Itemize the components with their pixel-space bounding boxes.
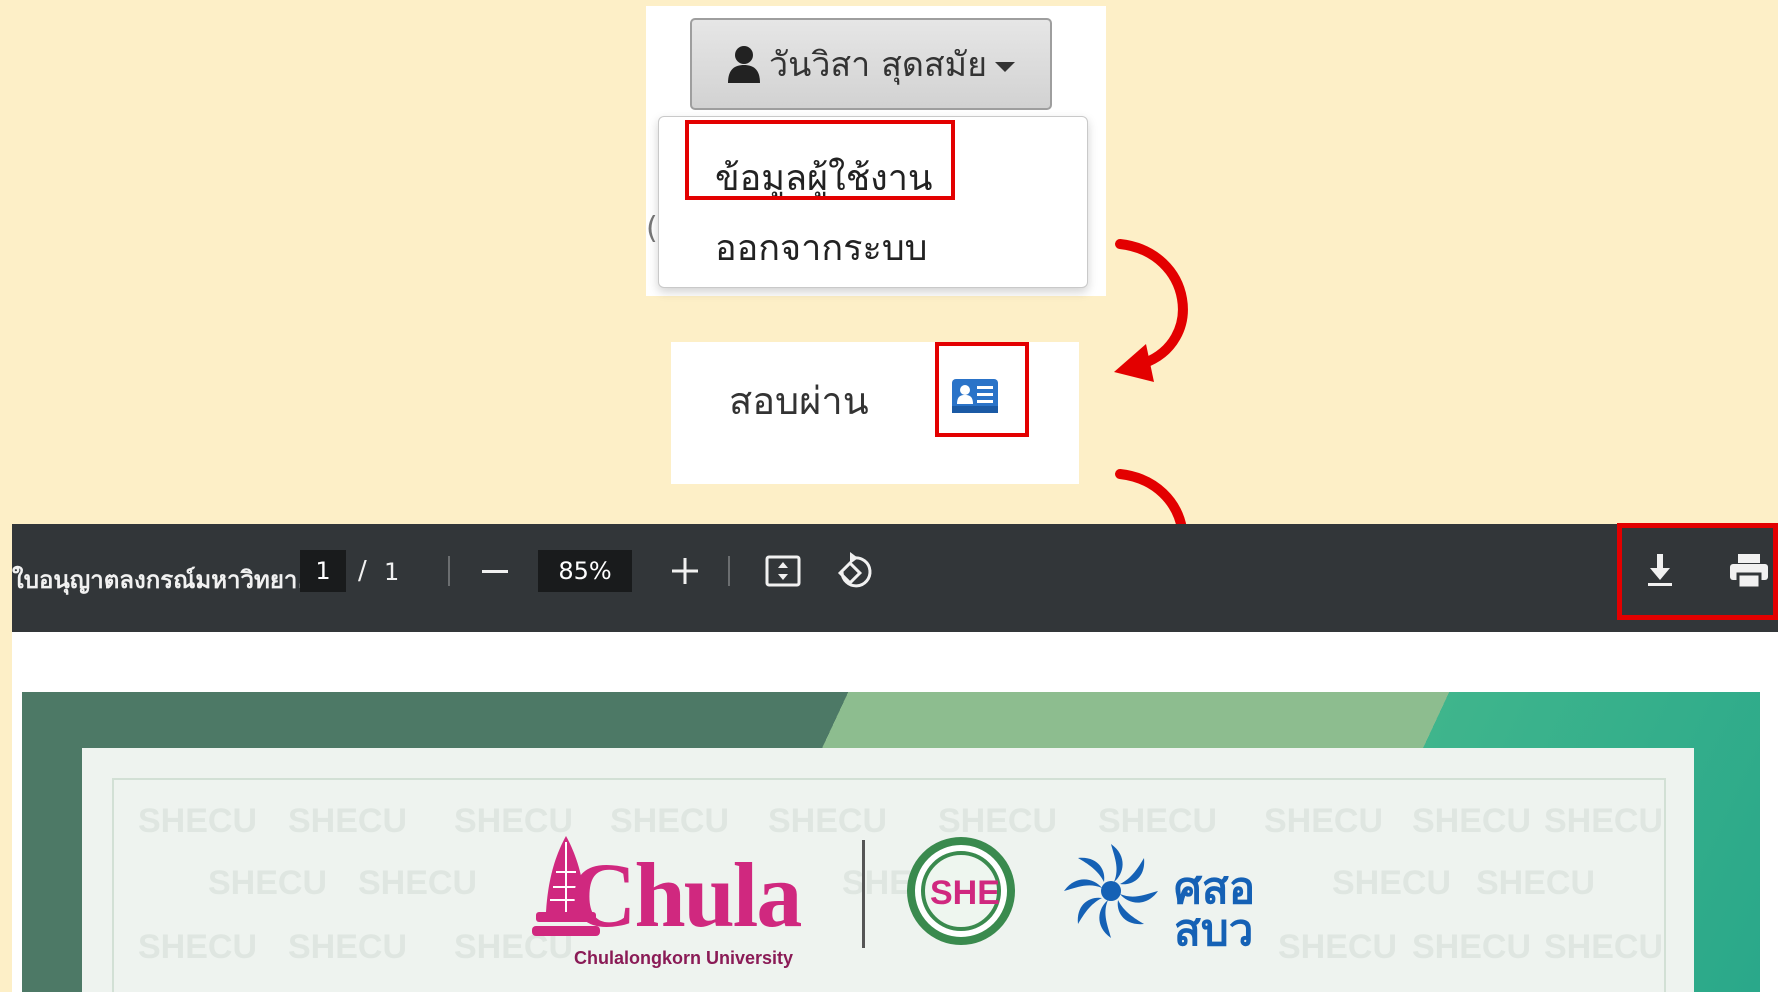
zoom-in-button[interactable] bbox=[672, 558, 698, 584]
svg-text:SHE: SHE bbox=[930, 874, 1000, 912]
caret-down-icon bbox=[995, 62, 1015, 72]
thai-logo-text: ศสอ สบว bbox=[1174, 863, 1256, 956]
swirl-logo-icon bbox=[1064, 844, 1158, 938]
user-account-button[interactable]: วันวิสา สุดสมัย bbox=[690, 18, 1052, 110]
curved-arrow-icon bbox=[1114, 239, 1188, 382]
zoom-level-input[interactable]: 85% bbox=[538, 550, 632, 592]
menu-item-logout[interactable]: ออกจากระบบ bbox=[715, 219, 928, 276]
highlight-box-profile bbox=[685, 120, 955, 200]
chula-logo-subtext: Chulalongkorn University bbox=[574, 948, 794, 968]
page-total: 1 bbox=[384, 558, 400, 586]
rotate-icon[interactable] bbox=[834, 550, 874, 590]
certificate-logos: Chula Chulalongkorn University SHE ศสอ ส… bbox=[22, 692, 1760, 992]
thai-logo-line1: ศสอ bbox=[1174, 863, 1256, 914]
user-name: วันวิสา สุดสมัย bbox=[769, 45, 987, 85]
fit-page-icon[interactable] bbox=[764, 552, 802, 590]
page-separator: / bbox=[358, 556, 367, 586]
zoom-out-button[interactable] bbox=[482, 570, 508, 573]
toolbar-divider bbox=[448, 556, 450, 586]
pdf-document-area: SHECU SHECU SHECU SHECU SHECU SHECU SHEC… bbox=[12, 632, 1778, 992]
person-icon bbox=[728, 46, 760, 83]
exam-status-label: สอบผ่าน bbox=[729, 379, 869, 423]
toolbar-divider bbox=[728, 556, 730, 586]
page-number-input[interactable]: 1 bbox=[300, 550, 346, 592]
highlight-box-download-print bbox=[1617, 523, 1778, 620]
chula-logo-text: Chula bbox=[570, 844, 802, 946]
shecu-logo-icon: SHE bbox=[907, 837, 1015, 945]
background-text-fragment: ( bbox=[646, 211, 658, 246]
pdf-viewer-toolbar: ใบอนุญาตลงกรณ์มหาวิทยา... 1 / 1 85% bbox=[12, 524, 1778, 632]
certificate-page: SHECU SHECU SHECU SHECU SHECU SHECU SHEC… bbox=[22, 692, 1760, 992]
pdf-document-title: ใบอนุญาตลงกรณ์มหาวิทยา... bbox=[12, 566, 325, 594]
logo-divider bbox=[862, 840, 865, 948]
thai-logo-line2: สบว bbox=[1174, 905, 1254, 956]
highlight-box-card bbox=[935, 342, 1029, 437]
